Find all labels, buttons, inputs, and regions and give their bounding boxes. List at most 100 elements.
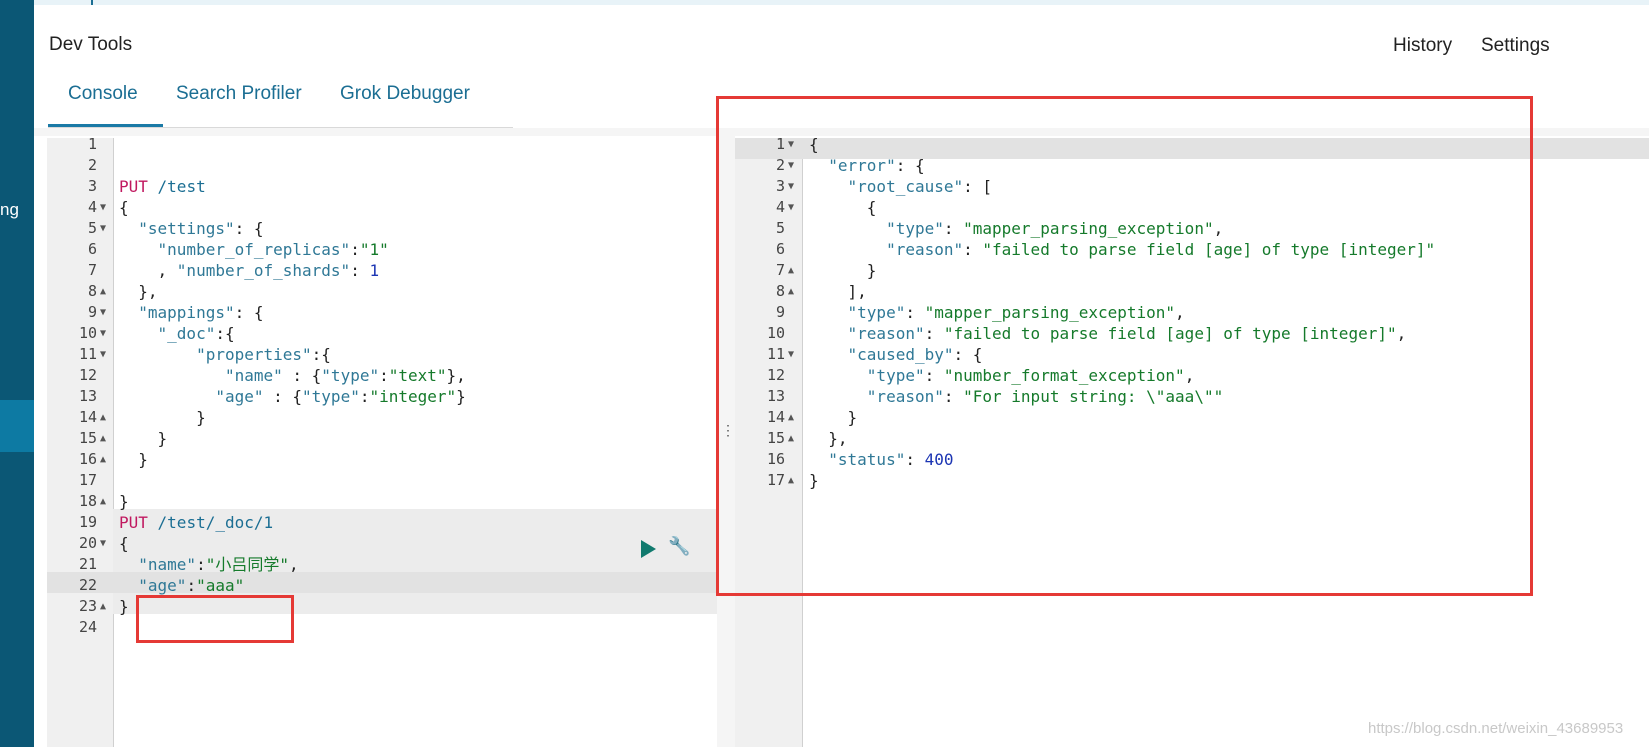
- code-token: "settings": [138, 219, 235, 238]
- code-token: "properties": [196, 345, 312, 364]
- code-token: "number_of_replicas": [157, 240, 351, 259]
- line-number: 19: [78, 513, 97, 531]
- code-token: }: [119, 492, 129, 511]
- settings-link[interactable]: Settings: [1481, 35, 1550, 57]
- editor-line: 2: [47, 155, 717, 176]
- code-token: "小吕同学": [205, 555, 289, 574]
- code-token: },: [119, 282, 158, 301]
- code-text: {: [119, 197, 129, 218]
- line-number: 23: [78, 597, 97, 615]
- editor-line: 9 ▼ "mappings": {: [47, 302, 717, 323]
- code-token: "text": [388, 366, 447, 385]
- code-token: "1": [359, 240, 389, 259]
- code-text: PUT /test/_doc/1: [119, 512, 273, 533]
- line-number: 13: [78, 387, 97, 405]
- code-token: }: [456, 387, 466, 406]
- code-token: ,: [119, 261, 177, 280]
- code-token: "age": [215, 387, 264, 406]
- code-text: {: [119, 533, 129, 554]
- code-text: "_doc":{: [119, 323, 235, 344]
- line-number: 15: [78, 429, 97, 447]
- code-token: }: [119, 450, 148, 469]
- line-number: 3: [87, 177, 97, 195]
- line-number: 24: [78, 618, 97, 636]
- code-token: /test: [147, 177, 206, 196]
- tab-search-profiler[interactable]: Search Profiler: [176, 83, 302, 105]
- code-text: }: [119, 407, 206, 428]
- code-token: {: [119, 534, 129, 553]
- top-bar-marker: [91, 0, 93, 5]
- line-number: 9: [87, 303, 97, 321]
- fold-open-icon[interactable]: ▼: [100, 533, 106, 554]
- fold-open-icon[interactable]: ▼: [100, 323, 106, 344]
- line-number: 5: [87, 219, 97, 237]
- code-token: }: [119, 429, 168, 448]
- code-text: "age":"aaa": [119, 575, 244, 596]
- code-token: "type": [302, 387, 360, 406]
- fold-close-icon[interactable]: ▲: [100, 428, 106, 449]
- response-annotation-box: [716, 96, 1533, 596]
- code-token: ,: [288, 555, 299, 574]
- code-text: "settings": {: [119, 218, 263, 239]
- code-token: "name": [138, 555, 197, 574]
- line-number: 6: [87, 240, 97, 258]
- code-text: "properties":{: [119, 344, 331, 365]
- fold-open-icon[interactable]: ▼: [100, 302, 106, 323]
- editor-line: 4 ▼ {: [47, 197, 717, 218]
- code-token: "number_of_shards": [176, 261, 351, 280]
- active-tab-indicator: [48, 124, 163, 127]
- fold-open-icon[interactable]: ▼: [100, 218, 106, 239]
- line-number: 20: [78, 534, 97, 552]
- watermark: https://blog.csdn.net/weixin_43689953: [1368, 720, 1624, 737]
- code-token: :: [350, 240, 360, 259]
- line-number: 7: [87, 261, 97, 279]
- request-editor[interactable]: 1 2 3 PUT /test 4 ▼{5 ▼ "settings": {6 "number…: [47, 135, 717, 747]
- line-number: 14: [78, 408, 97, 426]
- code-token: "aaa": [196, 576, 245, 595]
- fold-close-icon[interactable]: ▲: [100, 281, 106, 302]
- editor-line: 6 "number_of_replicas":"1": [47, 239, 717, 260]
- tab-bar: Console Search Profiler Grok Debugger: [48, 75, 513, 128]
- line-number: 2: [87, 156, 97, 174]
- fold-open-icon[interactable]: ▼: [100, 344, 106, 365]
- code-text: }: [119, 491, 129, 512]
- fold-close-icon[interactable]: ▲: [100, 407, 106, 428]
- editor-line: 8 ▲ },: [47, 281, 717, 302]
- code-token: }: [119, 408, 206, 427]
- wrench-icon[interactable]: 🔧: [668, 536, 690, 557]
- fold-close-icon[interactable]: ▲: [100, 491, 106, 512]
- editor-line: 13 "age" : {"type":"integer"}: [47, 386, 717, 407]
- side-nav-active-item[interactable]: [0, 400, 34, 452]
- fold-close-icon[interactable]: ▲: [100, 449, 106, 470]
- history-link[interactable]: History: [1393, 35, 1452, 57]
- editor-line: 20 ▼ {: [47, 533, 717, 554]
- code-token: "mappings": [138, 303, 235, 322]
- fold-close-icon[interactable]: ▲: [100, 596, 106, 617]
- code-token: : {: [282, 366, 322, 385]
- code-text: "age" : {"type":"integer"}: [119, 386, 466, 407]
- editor-line: 19 PUT /test/_doc/1: [47, 512, 717, 533]
- code-text: },: [119, 281, 158, 302]
- code-token: : {: [263, 387, 303, 406]
- code-token: :{: [311, 345, 331, 364]
- code-token: PUT: [119, 177, 148, 196]
- code-token: },: [446, 366, 466, 385]
- editor-line: 10 ▼ "_doc":{: [47, 323, 717, 344]
- line-number: 4: [87, 198, 97, 216]
- fold-open-icon[interactable]: ▼: [100, 197, 106, 218]
- code-text: "name" : {"type":"text"},: [119, 365, 466, 386]
- tab-console[interactable]: Console: [68, 83, 138, 105]
- code-text: "mappings": {: [119, 302, 263, 323]
- code-token: {: [119, 198, 129, 217]
- tab-grok-debugger[interactable]: Grok Debugger: [340, 83, 470, 105]
- line-number: 10: [78, 324, 97, 342]
- side-nav-partial-label[interactable]: ng: [0, 200, 19, 220]
- play-icon[interactable]: [641, 540, 656, 558]
